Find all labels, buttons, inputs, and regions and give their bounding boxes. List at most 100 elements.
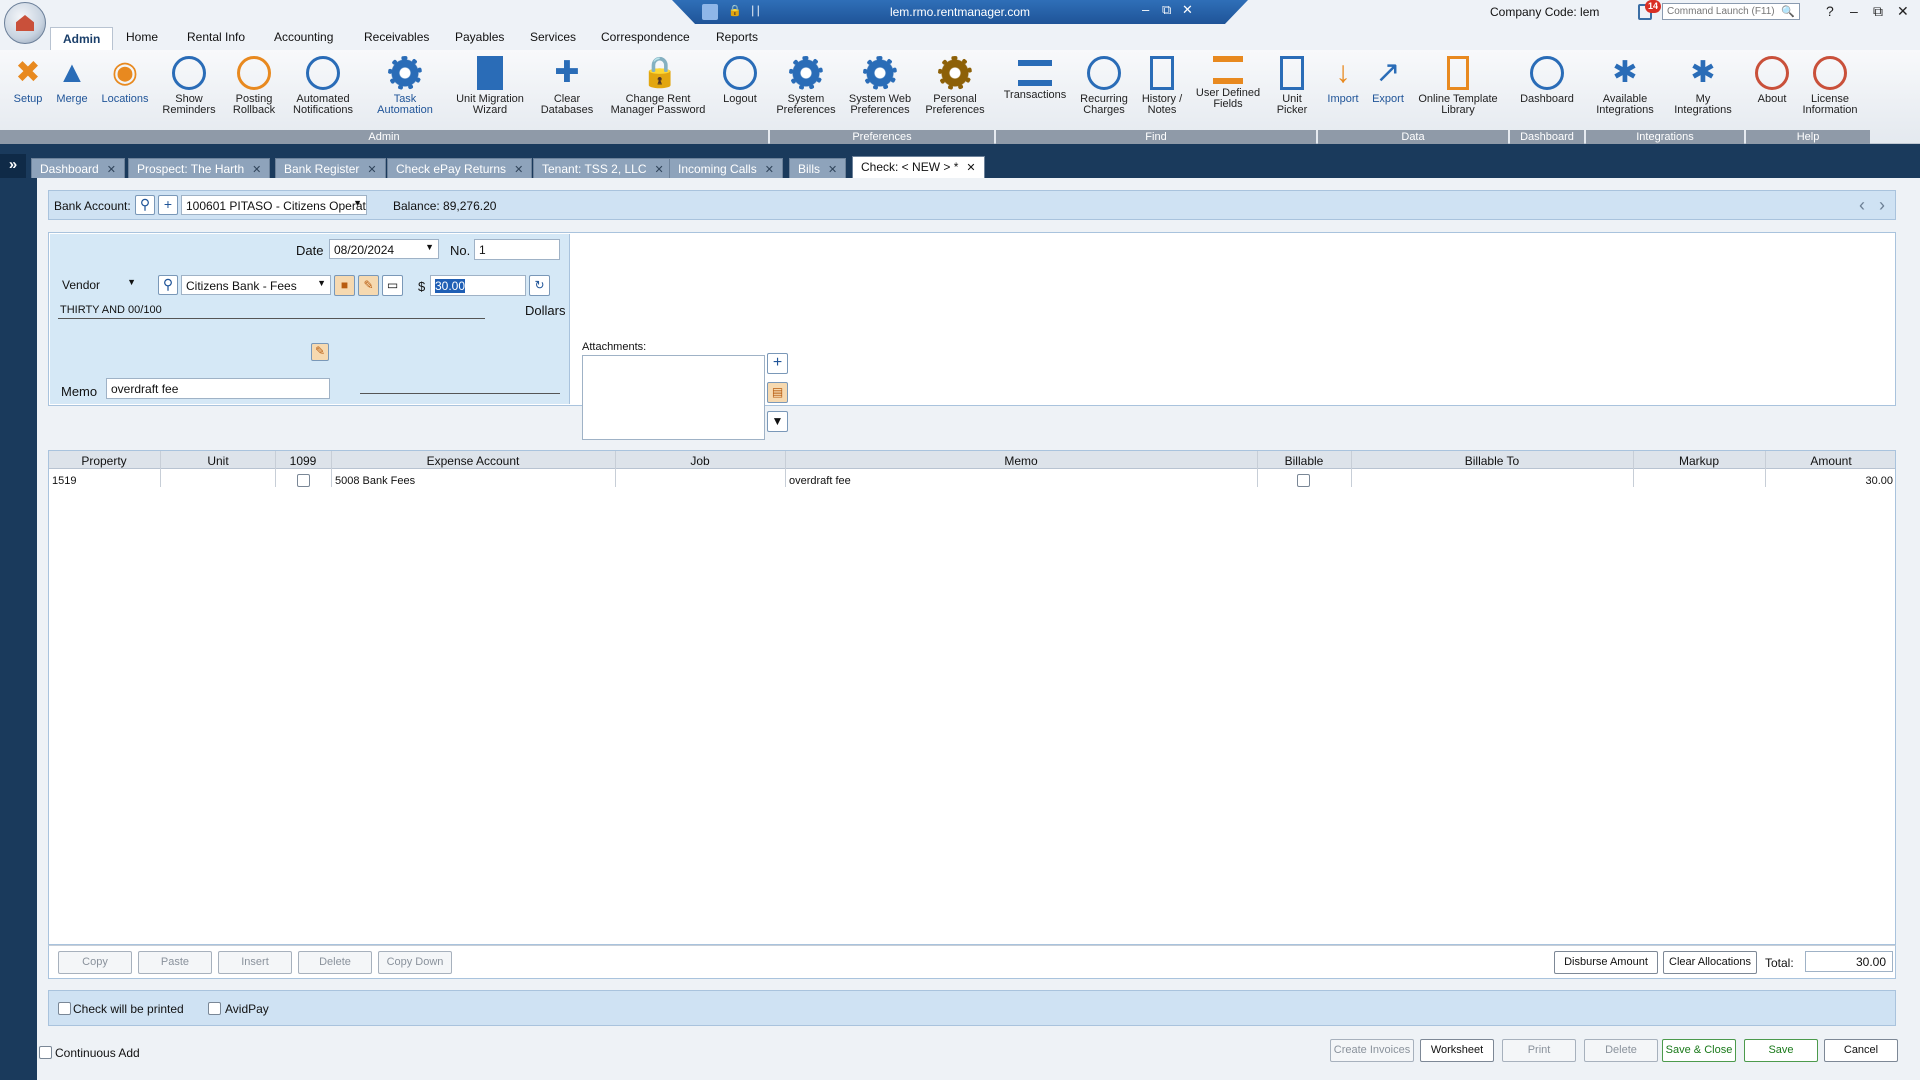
license-information-button[interactable]: License Information bbox=[1796, 56, 1864, 128]
close-icon[interactable]: ✕ bbox=[367, 164, 376, 176]
tab-bills[interactable]: Bills ✕ bbox=[789, 158, 847, 178]
tab-check-epay-returns[interactable]: Check ePay Returns ✕ bbox=[387, 158, 533, 178]
check-number-field[interactable]: 1 bbox=[474, 239, 560, 260]
recurring-charges-button[interactable]: Recurring Charges bbox=[1074, 56, 1134, 128]
export-button[interactable]: ↗ Export bbox=[1368, 56, 1408, 128]
copy-down-button[interactable]: Copy Down bbox=[378, 951, 452, 974]
attachment-options-icon[interactable]: ▼ bbox=[767, 411, 788, 432]
merge-button[interactable]: ▲ Merge bbox=[52, 56, 92, 128]
unit-migration-wizard-button[interactable]: Unit Migration Wizard bbox=[450, 56, 530, 128]
worksheet-button[interactable]: Worksheet bbox=[1420, 1039, 1494, 1062]
logout-button[interactable]: Logout bbox=[716, 56, 764, 128]
print-button[interactable]: Print bbox=[1502, 1039, 1576, 1062]
add-attachment-icon[interactable]: + bbox=[767, 353, 788, 374]
column-header-expense-account[interactable]: Expense Account bbox=[332, 454, 614, 468]
cell-amount[interactable]: 30.00 bbox=[1769, 475, 1893, 487]
close-icon[interactable]: ✕ bbox=[514, 164, 523, 176]
online-template-library-button[interactable]: Online Template Library bbox=[1412, 56, 1504, 128]
menu-tab-admin[interactable]: Admin bbox=[50, 27, 114, 50]
close-icon[interactable]: ✕ bbox=[107, 164, 116, 176]
cell-property[interactable]: 1519 bbox=[52, 475, 76, 487]
edit-address-icon[interactable]: ✎ bbox=[311, 343, 329, 361]
search-icon[interactable]: ⚲ bbox=[135, 195, 155, 215]
column-header-1099[interactable]: 1099 bbox=[276, 454, 330, 468]
column-header-amount[interactable]: Amount bbox=[1766, 454, 1896, 468]
browser-close-button[interactable]: ✕ bbox=[1182, 2, 1193, 18]
clear-databases-button[interactable]: ✚ Clear Databases bbox=[536, 56, 598, 128]
history-notes-button[interactable]: History / Notes bbox=[1138, 56, 1186, 128]
close-icon[interactable]: ✕ bbox=[655, 164, 664, 176]
create-invoices-button[interactable]: Create Invoices bbox=[1330, 1039, 1414, 1062]
system-preferences-button[interactable]: System Preferences bbox=[774, 56, 838, 128]
attachments-list[interactable] bbox=[582, 355, 765, 440]
save-button[interactable]: Save bbox=[1744, 1039, 1818, 1062]
change-password-button[interactable]: 🔒 Change Rent Manager Password bbox=[604, 56, 712, 128]
locations-button[interactable]: ◉ Locations bbox=[98, 56, 152, 128]
task-automation-button[interactable]: Task Automation bbox=[366, 56, 444, 128]
import-button[interactable]: ↓ Import bbox=[1320, 56, 1366, 128]
restore-button[interactable]: ⧉ bbox=[1873, 3, 1883, 20]
column-header-job[interactable]: Job bbox=[616, 454, 784, 468]
delete-row-button[interactable]: Delete bbox=[298, 951, 372, 974]
refresh-icon[interactable]: ↻ bbox=[529, 275, 550, 296]
posting-rollback-button[interactable]: Posting Rollback bbox=[226, 56, 282, 128]
cell-memo[interactable]: overdraft fee bbox=[789, 475, 851, 487]
delete-button[interactable]: Delete bbox=[1584, 1039, 1658, 1062]
menu-tab-home[interactable]: Home bbox=[126, 30, 158, 44]
about-button[interactable]: About bbox=[1752, 56, 1792, 128]
close-icon[interactable]: ✕ bbox=[765, 164, 774, 176]
cell-expense-account[interactable]: 5008 Bank Fees bbox=[335, 475, 415, 487]
command-launch-input[interactable]: Command Launch (F11) 🔍 bbox=[1662, 3, 1800, 20]
menu-tab-payables[interactable]: Payables bbox=[455, 30, 504, 44]
setup-button[interactable]: ✖ Setup bbox=[8, 56, 48, 128]
browser-restore-button[interactable]: ⧉ bbox=[1162, 2, 1171, 18]
user-defined-fields-button[interactable]: User Defined Fields bbox=[1192, 56, 1264, 128]
avidpay-checkbox[interactable] bbox=[208, 1002, 221, 1015]
my-integrations-button[interactable]: ✱ My Integrations bbox=[1666, 56, 1740, 128]
previous-record-icon[interactable]: ‹ bbox=[1859, 195, 1865, 216]
help-icon[interactable]: ? bbox=[1826, 3, 1834, 19]
search-icon[interactable]: 🔍 bbox=[1781, 5, 1795, 18]
rent-manager-logo[interactable] bbox=[4, 2, 46, 44]
tab-bank-register[interactable]: Bank Register ✕ bbox=[275, 158, 386, 178]
tab-dashboard[interactable]: Dashboard ✕ bbox=[31, 158, 125, 178]
system-web-preferences-button[interactable]: System Web Preferences bbox=[844, 56, 916, 128]
check-will-be-printed-checkbox[interactable] bbox=[58, 1002, 71, 1015]
clear-allocations-button[interactable]: Clear Allocations bbox=[1663, 951, 1757, 974]
dashboard-button[interactable]: Dashboard bbox=[1512, 56, 1582, 128]
continuous-add-checkbox[interactable] bbox=[39, 1046, 52, 1059]
amount-field[interactable]: 30.00 bbox=[430, 275, 526, 296]
column-header-billable[interactable]: Billable bbox=[1258, 454, 1350, 468]
tab-prospect-the-harth[interactable]: Prospect: The Harth ✕ bbox=[128, 158, 271, 178]
close-icon[interactable]: ✕ bbox=[252, 164, 261, 176]
menu-tab-correspondence[interactable]: Correspondence bbox=[601, 30, 690, 44]
vendor-info-icon[interactable]: ■ bbox=[334, 275, 355, 296]
show-reminders-button[interactable]: Show Reminders bbox=[158, 56, 220, 128]
copy-button[interactable]: Copy bbox=[58, 951, 132, 974]
browser-minimize-button[interactable]: – bbox=[1142, 2, 1149, 17]
cancel-button[interactable]: Cancel bbox=[1824, 1039, 1898, 1062]
memo-field[interactable]: overdraft fee bbox=[106, 378, 330, 399]
column-header-unit[interactable]: Unit bbox=[161, 454, 275, 468]
payee-select[interactable]: Citizens Bank - Fees ▼ bbox=[181, 275, 331, 295]
bank-account-select[interactable]: 100601 PITASO - Citizens Operatir ▼ bbox=[181, 195, 367, 215]
close-icon[interactable]: ✕ bbox=[966, 162, 975, 174]
cell-1099-checkbox[interactable] bbox=[297, 474, 310, 487]
paste-button[interactable]: Paste bbox=[138, 951, 212, 974]
column-header-billable-to[interactable]: Billable To bbox=[1352, 454, 1632, 468]
edit-icon[interactable]: ✎ bbox=[358, 275, 379, 296]
available-integrations-button[interactable]: ✱ Available Integrations bbox=[1588, 56, 1662, 128]
tab-incoming-calls[interactable]: Incoming Calls ✕ bbox=[669, 158, 783, 178]
menu-tab-services[interactable]: Services bbox=[530, 30, 576, 44]
search-icon[interactable]: ⚲ bbox=[158, 275, 178, 295]
menu-tab-reports[interactable]: Reports bbox=[716, 30, 758, 44]
sidebar-toggle-icon[interactable]: » bbox=[0, 154, 26, 178]
menu-tab-receivables[interactable]: Receivables bbox=[364, 30, 429, 44]
next-record-icon[interactable]: › bbox=[1879, 195, 1885, 216]
tab-tenant-tss2[interactable]: Tenant: TSS 2, LLC ✕ bbox=[533, 158, 673, 178]
minimize-button[interactable]: – bbox=[1850, 3, 1858, 19]
add-icon[interactable]: + bbox=[158, 195, 178, 215]
date-field[interactable]: 08/20/2024 ▼ bbox=[329, 239, 439, 259]
disburse-amount-button[interactable]: Disburse Amount bbox=[1554, 951, 1658, 974]
tab-check-new[interactable]: Check: < NEW > * ✕ bbox=[852, 156, 985, 178]
